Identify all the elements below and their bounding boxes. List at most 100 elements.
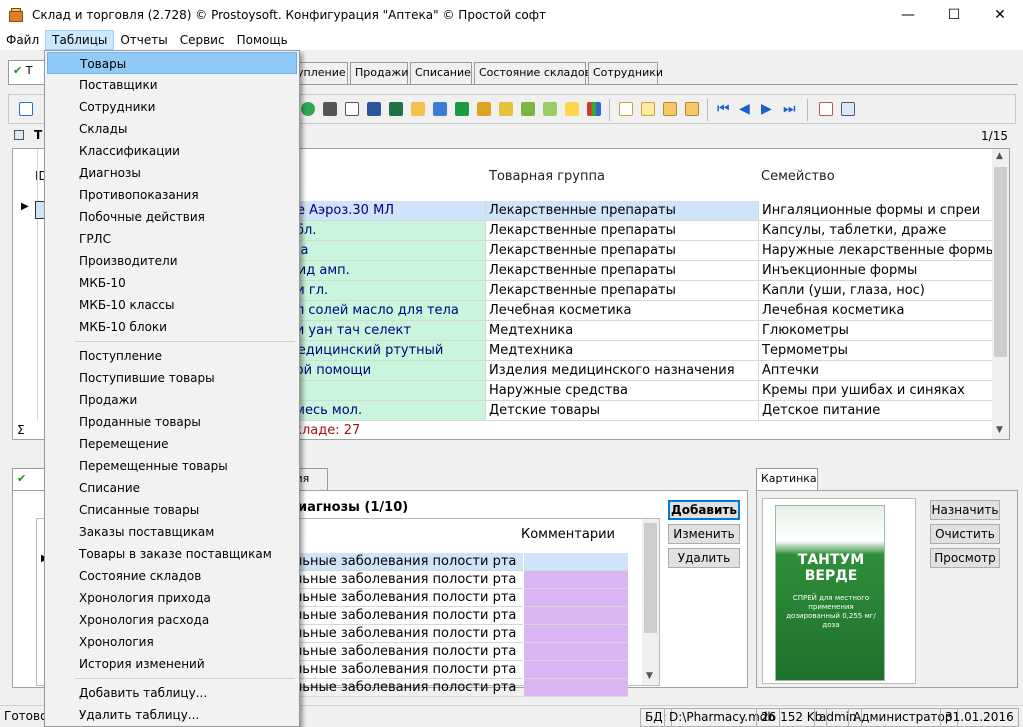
export-pdf-icon[interactable] [563, 100, 581, 118]
cell-product-group[interactable]: Медтехника [486, 341, 758, 361]
cell-product-family[interactable]: Лечебная косметика [759, 301, 995, 321]
cell-comment[interactable] [524, 625, 628, 643]
print-preview-icon[interactable] [343, 100, 361, 118]
cell-product-name[interactable]: ли гл. [285, 281, 485, 301]
cell-product-name[interactable]: ки уан тач селект [285, 321, 485, 341]
export-xml-icon[interactable] [541, 100, 559, 118]
export-xls-icon[interactable] [453, 100, 471, 118]
cell-diagnosis[interactable]: льные заболевания полости рта [291, 571, 523, 589]
prev-record-icon[interactable]: ◀ [739, 100, 757, 118]
cell-diagnosis[interactable]: льные заболевания полости рта [291, 553, 523, 571]
export-html-icon[interactable] [519, 100, 537, 118]
menu-item-group2-12[interactable]: Хронология расхода [47, 609, 297, 631]
tab-stock-state[interactable]: Состояние складов [474, 62, 591, 84]
menu-item-group1-4[interactable]: Классификации [47, 140, 297, 162]
cell-product-name[interactable]: де Аэроз.30 МЛ [285, 201, 485, 221]
export-word-alt-icon[interactable] [431, 100, 449, 118]
menu-item-group2-14[interactable]: История изменений [47, 653, 297, 675]
cell-product-family[interactable]: Наружные лекарственные формы [759, 241, 995, 261]
cell-product-name[interactable]: медицинский ртутный [285, 341, 485, 361]
first-record-icon[interactable]: ⏮ [717, 100, 735, 118]
cell-product-group[interactable]: Медтехника [486, 321, 758, 341]
menu-item-group2-11[interactable]: Хронология прихода [47, 587, 297, 609]
cell-comment[interactable] [524, 589, 628, 607]
menu-item-group1-11[interactable]: МКБ-10 классы [47, 294, 297, 316]
export-txt-icon[interactable] [497, 100, 515, 118]
export-word-icon[interactable] [365, 100, 383, 118]
cell-diagnosis[interactable]: льные заболевания полости рта [291, 661, 523, 679]
cell-product-group[interactable]: Лекарственные препараты [486, 221, 758, 241]
cell-diagnosis[interactable]: льные заболевания полости рта [291, 643, 523, 661]
cell-product-group[interactable]: Лекарственные препараты [486, 261, 758, 281]
cell-product-group[interactable]: Лекарственные препараты [486, 201, 758, 221]
menu-help[interactable]: Помощь [231, 30, 294, 50]
cell-product-name[interactable]: ал солей масло для тела [285, 301, 485, 321]
tab-employees[interactable]: Сотрудники [588, 62, 663, 84]
export-doc-icon[interactable] [409, 100, 427, 118]
cell-comment[interactable] [524, 679, 628, 697]
clear-button[interactable]: Очистить [930, 524, 1000, 544]
cell-product-family[interactable]: Инъекционные формы [759, 261, 995, 281]
cell-product-name[interactable] [285, 381, 485, 401]
menu-item-group2-1[interactable]: Поступившие товары [47, 367, 297, 389]
table-settings-icon[interactable] [683, 100, 701, 118]
last-record-icon[interactable]: ⏭ [783, 100, 801, 118]
next-record-icon[interactable]: ▶ [761, 100, 779, 118]
menu-item-group3-1[interactable]: Удалить таблицу... [47, 704, 297, 726]
delete-button[interactable]: Удалить [668, 548, 740, 568]
cell-product-family[interactable]: Термометры [759, 341, 995, 361]
menu-item-group2-5[interactable]: Перемещенные товары [47, 455, 297, 477]
export-excel-icon[interactable] [387, 100, 405, 118]
menu-item-group1-8[interactable]: ГРЛС [47, 228, 297, 250]
cell-product-name[interactable]: абл. [285, 221, 485, 241]
scroll-down-icon[interactable]: ▼ [646, 671, 653, 681]
menu-item-group1-10[interactable]: МКБ-10 [47, 272, 297, 294]
menu-item-group2-6[interactable]: Списание [47, 477, 297, 499]
menu-item-group1-6[interactable]: Противопоказания [47, 184, 297, 206]
menu-item-group2-8[interactable]: Заказы поставщикам [47, 521, 297, 543]
diagnoses-scrollbar[interactable]: ▼ [642, 519, 659, 685]
menu-reports[interactable]: Отчеты [114, 30, 173, 50]
cell-comment[interactable] [524, 553, 628, 571]
menu-item-group2-2[interactable]: Продажи [47, 389, 297, 411]
cell-product-group[interactable]: Лечебная косметика [486, 301, 758, 321]
menu-item-group2-10[interactable]: Состояние складов [47, 565, 297, 587]
table-icon[interactable] [661, 100, 679, 118]
cell-product-group[interactable]: Наружные средства [486, 381, 758, 401]
menu-service[interactable]: Сервис [174, 30, 231, 50]
menu-item-group2-4[interactable]: Перемещение [47, 433, 297, 455]
menu-item-group1-1[interactable]: Поставщики [47, 74, 297, 96]
menu-item-group1-5[interactable]: Диагнозы [47, 162, 297, 184]
cell-diagnosis[interactable]: льные заболевания полости рта [291, 589, 523, 607]
menu-item-group2-7[interactable]: Списанные товары [47, 499, 297, 521]
scroll-thumb[interactable] [644, 523, 657, 633]
scroll-up-icon[interactable]: ▲ [996, 151, 1003, 161]
cell-product-name[interactable]: вой помощи [285, 361, 485, 381]
menu-file[interactable]: Файл [0, 30, 45, 50]
cell-product-group[interactable]: Детские товары [486, 401, 758, 421]
cell-product-group[interactable]: Изделия медицинского назначения [486, 361, 758, 381]
export-csv-icon[interactable] [475, 100, 493, 118]
cell-product-name[interactable]: смесь мол. [285, 401, 485, 421]
menu-item-group1-3[interactable]: Склады [47, 118, 297, 140]
cell-comment[interactable] [524, 661, 628, 679]
cell-product-family[interactable]: Глюкометры [759, 321, 995, 341]
cell-product-group[interactable]: Лекарственные препараты [486, 241, 758, 261]
cell-product-family[interactable]: Капсулы, таблетки, драже [759, 221, 995, 241]
menu-item-group1-9[interactable]: Производители [47, 250, 297, 272]
cell-product-family[interactable]: Детское питание [759, 401, 995, 421]
card-icon[interactable] [817, 100, 835, 118]
tab-picture[interactable]: Картинка [756, 468, 818, 490]
menu-item-group2-13[interactable]: Хронология [47, 631, 297, 653]
cell-product-group[interactable]: Лекарственные препараты [486, 281, 758, 301]
assign-button[interactable]: Назначить [930, 500, 1000, 520]
tab-lower-check[interactable]: ✔ [12, 468, 46, 490]
cell-comment[interactable] [524, 643, 628, 661]
cell-product-family[interactable]: Аптечки [759, 361, 995, 381]
add-button[interactable]: Добавить [668, 500, 740, 520]
grid-scrollbar[interactable]: ▲ ▼ [992, 149, 1009, 439]
refresh-icon[interactable] [299, 100, 317, 118]
print-icon[interactable] [321, 100, 339, 118]
cell-diagnosis[interactable]: льные заболевания полости рта [291, 607, 523, 625]
menu-item-group3-0[interactable]: Добавить таблицу... [47, 682, 297, 704]
